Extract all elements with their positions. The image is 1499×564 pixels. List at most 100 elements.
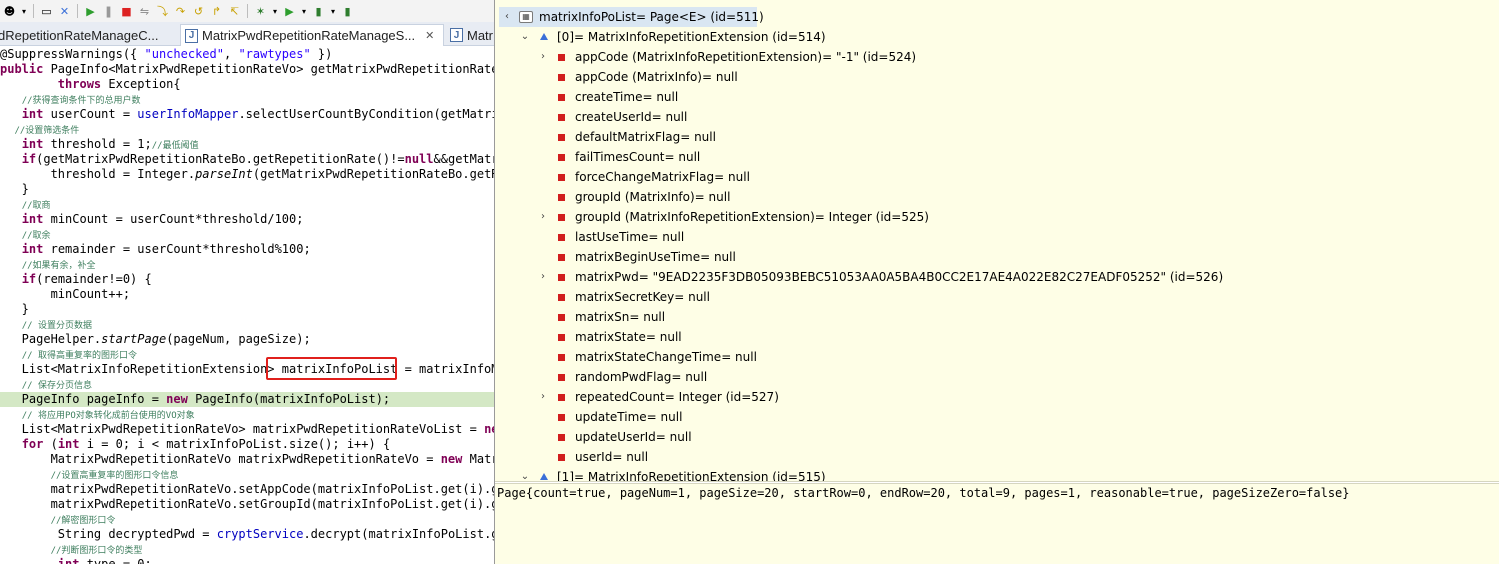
tree-item-field[interactable]: groupId (MatrixInfo)= null [495, 187, 1495, 207]
detail-pane[interactable]: Page{count=true, pageNum=1, pageSize=20,… [495, 484, 1499, 564]
drop-to-frame-icon[interactable]: ↱ [209, 4, 224, 19]
external-tools-icon[interactable]: ▮ [311, 4, 326, 19]
code-line[interactable]: PageInfo pageInfo = new PageInfo(matrixI… [0, 392, 494, 407]
tree-item-field[interactable]: matrixSecretKey= null [495, 287, 1495, 307]
code-line[interactable]: String decryptedPwd = cryptService.decry… [0, 527, 494, 542]
tree-item-field[interactable]: forceChangeMatrixFlag= null [495, 167, 1495, 187]
tree-item-field[interactable]: updateUserId= null [495, 427, 1495, 447]
tree-item-field[interactable]: createTime= null [495, 87, 1495, 107]
code-line[interactable]: //取商 [0, 197, 494, 212]
tree-item-field[interactable]: randomPwdFlag= null [495, 367, 1495, 387]
tree-item-field[interactable]: › repeatedCount= Integer (id=527) [495, 387, 1495, 407]
code-line[interactable]: // 将应用PO对象转化成前台使用的VO对象 [0, 407, 494, 422]
tree-item-field[interactable]: createUserId= null [495, 107, 1495, 127]
step-over-icon[interactable]: ↷ [173, 4, 188, 19]
code-line[interactable]: int userCount = userInfoMapper.selectUse… [0, 107, 494, 122]
code-line[interactable]: } [0, 302, 494, 317]
tree-item-label: groupId (MatrixInfoRepetitionExtension)=… [575, 210, 929, 224]
tab-matrix[interactable]: J Matr [446, 24, 494, 46]
tree-item-field[interactable]: › appCode (MatrixInfoRepetitionExtension)… [495, 47, 1495, 67]
expand-icon[interactable]: › [537, 47, 549, 67]
tab-manage-controller[interactable]: dRepetitionRateManageC... [0, 24, 164, 46]
code-line[interactable]: int minCount = userCount*threshold/100; [0, 212, 494, 227]
person-icon[interactable]: ☻ [2, 4, 17, 19]
terminate-icon[interactable]: ■ [119, 4, 134, 19]
code-line[interactable]: matrixPwdRepetitionRateVo.setGroupId(mat… [0, 497, 494, 512]
code-line[interactable]: // 取得高重复率的图形口令 [0, 347, 494, 362]
suspend-icon[interactable]: ❚ [101, 4, 116, 19]
tree-item-label: createTime= null [575, 90, 679, 104]
tree-item-field[interactable]: matrixBeginUseTime= null [495, 247, 1495, 267]
field-icon [558, 214, 565, 221]
tab-manage-service[interactable]: J MatrixPwdRepetitionRateManageS... ✕ [180, 24, 444, 46]
tree-item-label: userId= null [575, 450, 649, 464]
console-icon[interactable]: ▭ [39, 4, 54, 19]
run-icon[interactable]: ▶ [282, 4, 297, 19]
dropdown-icon[interactable]: ▾ [329, 4, 337, 19]
code-line[interactable]: //获得查询条件下的总用户数 [0, 92, 494, 107]
code-editor[interactable]: ☻ ▾ ▭ ✕ ▶ ❚ ■ ⇋ ⤵ ↷ ↺ ↱ ↸ ✶ ▾ ▶ ▾ ▮ ▾ ▮ … [0, 0, 494, 564]
source-code[interactable]: @SuppressWarnings({ "unchecked", "rawtyp… [0, 46, 494, 564]
tree-item-field[interactable]: matrixStateChangeTime= null [495, 347, 1495, 367]
disconnect-icon[interactable]: ⇋ [137, 4, 152, 19]
code-line[interactable]: public PageInfo<MatrixPwdRepetitionRateV… [0, 62, 494, 77]
code-line[interactable]: minCount++; [0, 287, 494, 302]
code-line[interactable]: if(remainder!=0) { [0, 272, 494, 287]
code-line[interactable]: //判断图形口令的类型 [0, 542, 494, 557]
code-line[interactable]: int threshold = 1;//最低阈值 [0, 137, 494, 152]
resume-icon[interactable]: ▶ [83, 4, 98, 19]
code-line[interactable]: } [0, 182, 494, 197]
code-line[interactable]: //解密图形口令 [0, 512, 494, 527]
tree-item-element[interactable]: ⌄ [0]= MatrixInfoRepetitionExtension (id=… [495, 27, 1495, 47]
tree-item-field[interactable]: defaultMatrixFlag= null [495, 127, 1495, 147]
tree-root[interactable]: ‹ ▦ matrixInfoPoList= Page<E> (id=511) [499, 7, 764, 27]
tree-item-field[interactable]: updateTime= null [495, 407, 1495, 427]
tree-item-field[interactable]: matrixState= null [495, 327, 1495, 347]
code-line[interactable]: int type = 0; [0, 557, 494, 564]
tree-item-field[interactable]: failTimesCount= null [495, 147, 1495, 167]
expand-icon[interactable]: › [537, 267, 549, 287]
code-line[interactable]: for (int i = 0; i < matrixInfoPoList.siz… [0, 437, 494, 452]
collapse-icon[interactable]: ⌄ [519, 27, 531, 47]
tab-label: Matr [467, 27, 493, 43]
collapse-icon[interactable]: ‹ [501, 7, 513, 27]
code-line[interactable]: threshold = Integer.parseInt(getMatrixPw… [0, 167, 494, 182]
variable-tree[interactable]: ‹ ▦ matrixInfoPoList= Page<E> (id=511) ⌄… [495, 0, 1499, 481]
step-into-icon[interactable]: ⤵ [155, 4, 170, 19]
dropdown-icon[interactable]: ▾ [20, 4, 28, 19]
tree-item-field[interactable]: appCode (MatrixInfo)= null [495, 67, 1495, 87]
code-line[interactable]: @SuppressWarnings({ "unchecked", "rawtyp… [0, 47, 494, 62]
dropdown-icon[interactable]: ▾ [300, 4, 308, 19]
code-line[interactable]: //取余 [0, 227, 494, 242]
collapse-icon[interactable]: ⌄ [519, 467, 531, 481]
expand-icon[interactable]: › [537, 387, 549, 407]
coverage-icon[interactable]: ▮ [340, 4, 355, 19]
code-line[interactable]: //设置高重复率的图形口令信息 [0, 467, 494, 482]
tree-item-field[interactable]: › matrixPwd= "9EAD2235F3DB05093BEBC51053A… [495, 267, 1495, 287]
code-line[interactable]: PageHelper.startPage(pageNum, pageSize); [0, 332, 494, 347]
code-line[interactable]: if(getMatrixPwdRepetitionRateBo.getRepet… [0, 152, 494, 167]
tree-item-field[interactable]: matrixSn= null [495, 307, 1495, 327]
tree-item-field[interactable]: lastUseTime= null [495, 227, 1495, 247]
code-line[interactable]: List<MatrixPwdRepetitionRateVo> matrixPw… [0, 422, 494, 437]
tree-item-field[interactable]: userId= null [495, 447, 1495, 467]
toolbar-separator [33, 4, 34, 18]
code-line[interactable]: MatrixPwdRepetitionRateVo matrixPwdRepet… [0, 452, 494, 467]
tree-item-element[interactable]: ⌄ [1]= MatrixInfoRepetitionExtension (id=… [495, 467, 1495, 481]
code-line[interactable]: List<MatrixInfoRepetitionExtension> matr… [0, 362, 494, 377]
dropdown-icon[interactable]: ▾ [271, 4, 279, 19]
expand-icon[interactable]: › [537, 207, 549, 227]
step-return-icon[interactable]: ↺ [191, 4, 206, 19]
close-icon[interactable]: ✕ [425, 29, 434, 42]
code-line[interactable]: // 设置分页数据 [0, 317, 494, 332]
code-line[interactable]: matrixPwdRepetitionRateVo.setAppCode(mat… [0, 482, 494, 497]
debug-icon[interactable]: ✶ [253, 4, 268, 19]
code-line[interactable]: //如果有余，补全 [0, 257, 494, 272]
tree-item-field[interactable]: › groupId (MatrixInfoRepetitionExtension)… [495, 207, 1495, 227]
code-line[interactable]: throws Exception{ [0, 77, 494, 92]
code-line[interactable]: int remainder = userCount*threshold%100; [0, 242, 494, 257]
pin-icon[interactable]: ✕ [57, 4, 72, 19]
code-line[interactable]: //设置筛选条件 [0, 122, 494, 137]
code-line[interactable]: // 保存分页信息 [0, 377, 494, 392]
use-step-filters-icon[interactable]: ↸ [227, 4, 242, 19]
